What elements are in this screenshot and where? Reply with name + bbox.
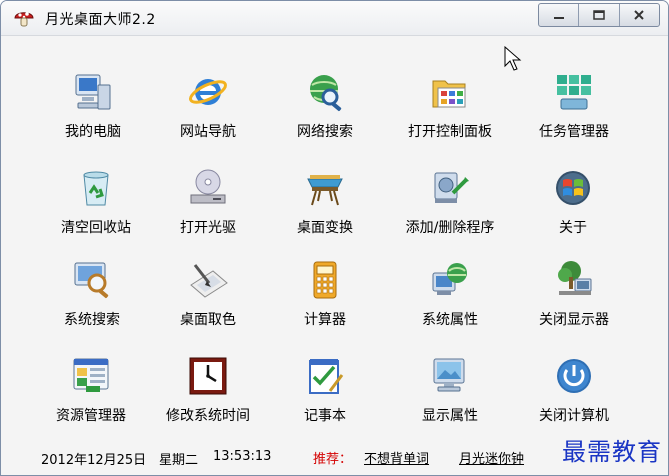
tool-label: 清空回收站	[61, 220, 131, 236]
tool-desktop-transform[interactable]: 桌面变换	[265, 167, 385, 263]
tool-label: 打开光驱	[180, 220, 236, 236]
task-manager-icon	[557, 75, 591, 110]
tool-label: 显示属性	[422, 408, 478, 424]
recommend-label: 推荐：	[313, 452, 353, 467]
power-icon	[557, 359, 591, 393]
tool-empty-recycle-bin[interactable]: 清空回收站	[36, 167, 156, 263]
tool-open-cd-drive[interactable]: 打开光驱	[148, 167, 268, 263]
display-properties-icon	[433, 358, 465, 392]
web-search-icon	[310, 75, 342, 112]
recycle-bin-icon	[83, 171, 109, 206]
add-remove-programs-icon	[434, 172, 469, 203]
tool-about[interactable]: 关于	[513, 167, 633, 263]
tool-label: 任务管理器	[539, 124, 609, 140]
tool-add-remove-programs[interactable]: 添加/删除程序	[390, 167, 510, 263]
clock-icon	[189, 357, 227, 395]
internet-explorer-icon	[189, 79, 227, 105]
tool-desktop-color-picker[interactable]: 桌面取色	[148, 259, 268, 355]
status-time: 13:53:13	[213, 449, 272, 464]
close-icon	[634, 10, 645, 20]
app-window: 月光桌面大师2.2 我的电脑 网站导航 网络搜索 打开控制面板 任务管理器 清空…	[0, 0, 669, 476]
monitor-off-icon	[558, 261, 592, 295]
system-search-icon	[74, 262, 109, 299]
mushroom-app-icon	[14, 12, 34, 27]
notepad-icon	[309, 359, 344, 394]
tool-turn-off-monitor[interactable]: 关闭显示器	[514, 259, 634, 355]
tool-label: 关闭显示器	[539, 312, 609, 328]
tool-calculator[interactable]: 计算器	[265, 259, 385, 355]
window-title: 月光桌面大师2.2	[45, 12, 156, 28]
system-properties-icon	[432, 263, 467, 295]
calculator-icon	[313, 261, 337, 299]
windows-logo-icon	[556, 171, 590, 205]
tool-label: 系统搜索	[64, 312, 120, 328]
tool-web-search[interactable]: 网络搜索	[265, 71, 385, 167]
maximize-icon	[593, 10, 605, 20]
mouse-cursor-icon	[504, 46, 522, 71]
tool-label: 修改系统时间	[166, 408, 250, 424]
link-word-learning[interactable]: 不想背单词	[364, 448, 429, 467]
tool-label: 桌面变换	[297, 220, 353, 236]
explorer-icon	[73, 358, 109, 392]
tool-label: 网络搜索	[297, 124, 353, 140]
tool-grid: 我的电脑 网站导航 网络搜索 打开控制面板 任务管理器 清空回收站 打开光驱 桌…	[1, 37, 668, 427]
tool-label: 系统属性	[422, 312, 478, 328]
minimize-button[interactable]	[539, 4, 580, 26]
tool-label: 打开控制面板	[408, 124, 492, 140]
color-picker-icon	[190, 264, 228, 298]
tool-task-manager[interactable]: 任务管理器	[514, 71, 634, 167]
tool-system-search[interactable]: 系统搜索	[32, 259, 152, 355]
tool-label: 关闭计算机	[539, 408, 609, 424]
maximize-button[interactable]	[579, 4, 620, 26]
tool-my-computer[interactable]: 我的电脑	[33, 71, 153, 167]
window-controls	[538, 3, 660, 27]
tool-label: 计算器	[304, 312, 346, 328]
status-weekday: 星期二	[159, 453, 199, 468]
desktop-transform-icon	[307, 175, 343, 206]
tool-label: 网站导航	[180, 124, 236, 140]
minimize-icon	[553, 17, 564, 19]
tool-control-panel[interactable]: 打开控制面板	[390, 71, 510, 167]
cd-drive-icon	[190, 169, 226, 204]
close-button[interactable]	[620, 4, 659, 26]
status-date: 2012年12月25日	[41, 453, 147, 468]
tool-label: 桌面取色	[180, 312, 236, 328]
tool-label: 我的电脑	[65, 124, 121, 140]
tool-label: 关于	[559, 220, 587, 236]
control-panel-icon	[432, 80, 466, 108]
my-computer-icon	[75, 74, 111, 110]
title-bar[interactable]: 月光桌面大师2.2	[1, 1, 668, 36]
tool-system-properties[interactable]: 系统属性	[390, 259, 510, 355]
watermark: 最需教育	[562, 438, 662, 466]
tool-label: 记事本	[304, 408, 346, 424]
link-mini-clock[interactable]: 月光迷你钟	[459, 448, 524, 467]
tool-label: 资源管理器	[56, 408, 126, 424]
tool-site-nav[interactable]: 网站导航	[148, 71, 268, 167]
tool-label: 添加/删除程序	[405, 220, 495, 236]
